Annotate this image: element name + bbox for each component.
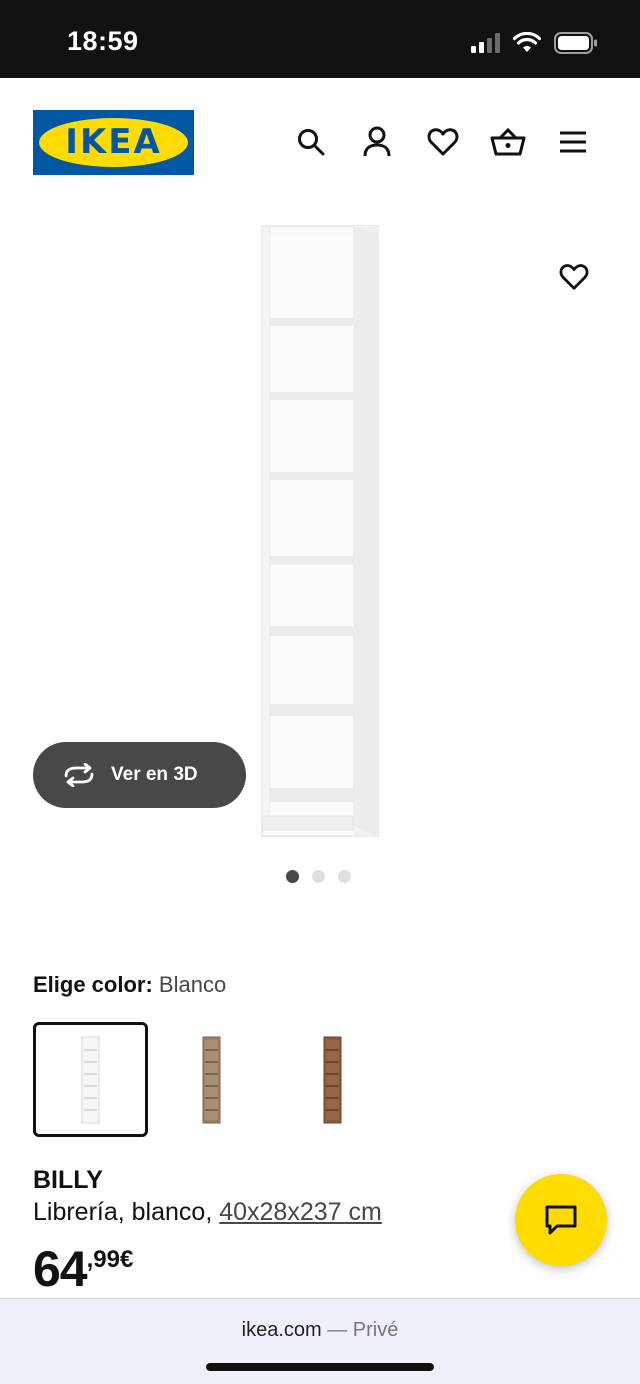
url-domain: ikea.com — [241, 1319, 322, 1341]
color-swatch-oak[interactable] — [154, 1022, 269, 1137]
search-icon[interactable] — [293, 124, 329, 160]
carousel-dot[interactable] — [312, 870, 325, 883]
view-in-3d-button[interactable]: Ver en 3D — [33, 742, 246, 808]
product-price: 64,99€ — [33, 1240, 133, 1298]
product-image[interactable] — [258, 222, 380, 840]
add-to-wishlist-heart-icon[interactable] — [555, 258, 593, 296]
status-time: 18:59 — [67, 26, 139, 56]
home-indicator[interactable] — [206, 1363, 434, 1371]
carousel-dot[interactable] — [286, 870, 299, 883]
chat-button[interactable] — [515, 1174, 607, 1266]
rotate-3d-icon — [64, 763, 94, 787]
carousel-dot[interactable] — [338, 870, 351, 883]
selected-color-value: Blanco — [158, 972, 227, 997]
product-description: Librería, blanco, 40x28x237 cm — [33, 1198, 382, 1227]
product-type: Librería, blanco, — [33, 1198, 220, 1226]
battery-icon — [554, 32, 597, 54]
color-picker-label: Elige color: Blanco — [33, 972, 226, 998]
status-bar: 18:59 — [0, 0, 640, 78]
color-swatch-white[interactable] — [33, 1022, 148, 1137]
status-icons — [471, 28, 598, 58]
chat-icon — [545, 1205, 577, 1235]
product-name: BILLY — [33, 1166, 103, 1194]
color-swatch-brown[interactable] — [275, 1022, 390, 1137]
view-in-3d-label: Ver en 3D — [111, 764, 198, 785]
logo-registered-mark: ® — [179, 124, 185, 133]
url-display: ikea.com — Privé — [0, 1319, 640, 1342]
site-header: IKEA ® — [0, 78, 640, 208]
private-mode-label: — Privé — [321, 1319, 399, 1341]
wishlist-heart-icon[interactable] — [425, 124, 461, 160]
browser-url-bar[interactable]: ikea.com — Privé — [0, 1298, 640, 1384]
carousel-pagination — [286, 870, 351, 883]
menu-icon[interactable] — [555, 124, 591, 160]
color-picker-title: Elige color: — [33, 972, 153, 997]
basket-icon[interactable] — [490, 124, 526, 160]
cellular-signal-icon — [471, 33, 500, 53]
account-icon[interactable] — [359, 124, 395, 160]
wifi-icon — [513, 32, 541, 52]
logo-text: IKEA — [65, 122, 162, 162]
price-integer: 64 — [33, 1241, 88, 1297]
product-dimensions-link[interactable]: 40x28x237 cm — [219, 1198, 382, 1226]
ikea-logo[interactable]: IKEA ® — [33, 110, 194, 175]
price-decimal: ,99€ — [86, 1246, 134, 1273]
